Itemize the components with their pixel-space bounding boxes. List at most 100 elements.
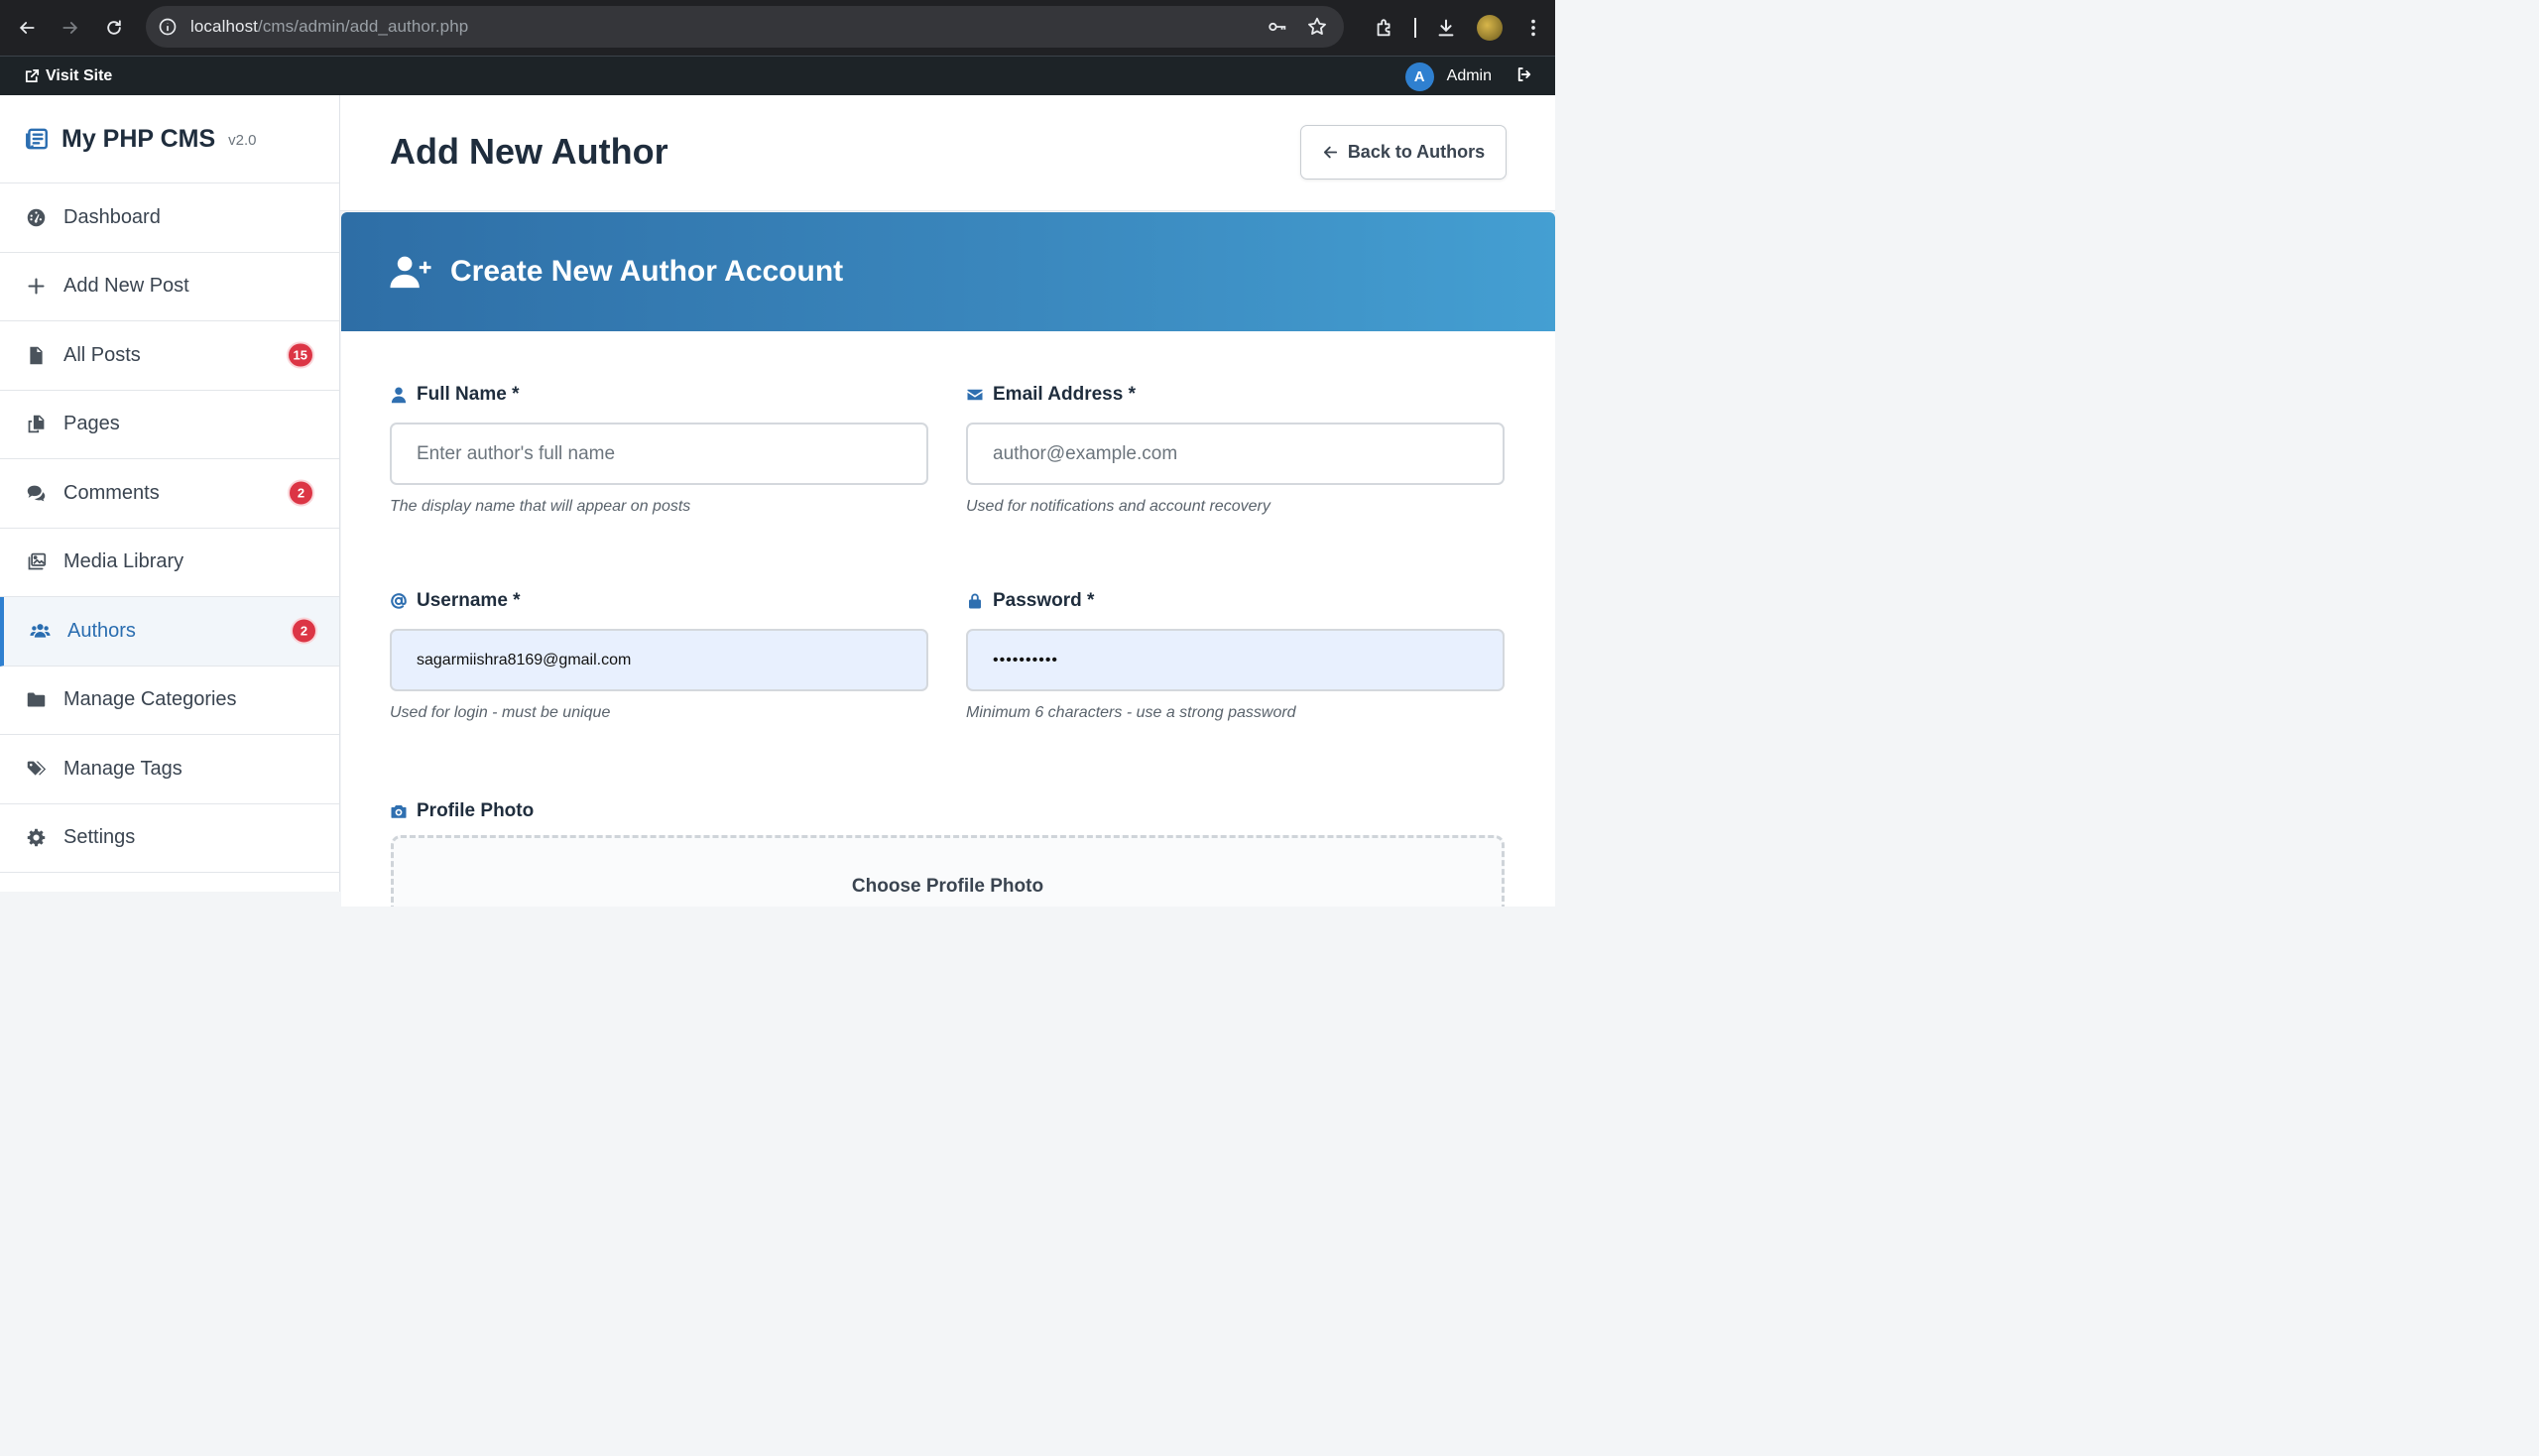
username-label: Username *	[390, 589, 928, 613]
envelope-icon	[967, 389, 983, 401]
sidebar-item-all-posts[interactable]: All Posts 15	[0, 321, 339, 391]
username-field: Username * sagarmiishra8169@gmail.com Us…	[390, 589, 928, 722]
label-text: Profile Photo	[417, 800, 535, 821]
main-content: Add New Author Back to Authors Create Ne…	[340, 95, 1555, 907]
plus-icon	[26, 276, 47, 297]
sidebar-item-comments[interactable]: Comments 2	[0, 459, 339, 529]
full-name-input[interactable]: Enter author's full name	[390, 423, 928, 485]
file-icon	[26, 345, 47, 366]
sidebar-item-settings[interactable]: Settings	[0, 804, 339, 873]
sidebar-item-manage-tags[interactable]: Manage Tags	[0, 735, 339, 804]
back-arrow-icon[interactable]	[5, 6, 49, 50]
password-field: Password * •••••••••• Minimum 6 characte…	[966, 589, 1505, 722]
back-to-authors-button[interactable]: Back to Authors	[1300, 125, 1507, 180]
email-placeholder: author@example.com	[993, 442, 1178, 464]
full-name-label: Full Name *	[390, 383, 928, 407]
arrow-left-icon	[1323, 146, 1337, 159]
sidebar-item-label: Manage Tags	[63, 757, 182, 780]
password-value: ••••••••••	[993, 651, 1059, 668]
dropzone-text: Choose Profile Photo	[851, 876, 1044, 897]
sidebar-item-label: Settings	[63, 826, 136, 849]
brand[interactable]: My PHP CMS v2.0	[0, 95, 339, 183]
copy-icon	[26, 414, 47, 434]
admin-top-bar: Visit Site A Admin	[0, 56, 1555, 95]
sidebar-item-label: All Posts	[63, 343, 141, 366]
count-badge: 2	[291, 617, 317, 645]
password-input[interactable]: ••••••••••	[966, 629, 1505, 691]
page-header: Add New Author Back to Authors	[340, 95, 1555, 211]
sidebar-item-authors[interactable]: Authors 2	[0, 597, 339, 667]
full-name-field: Full Name * Enter author's full name The…	[390, 383, 928, 516]
card-title: Create New Author Account	[450, 255, 844, 288]
full-name-help: The display name that will appear on pos…	[390, 498, 691, 515]
profile-photo-dropzone[interactable]: Choose Profile Photo	[391, 835, 1505, 907]
username-input[interactable]: sagarmiishra8169@gmail.com	[390, 629, 928, 691]
user-plus-icon	[390, 256, 431, 289]
sidebar-item-media-library[interactable]: Media Library	[0, 529, 339, 597]
extensions-icon[interactable]	[1363, 6, 1406, 50]
username-value: sagarmiishra8169@gmail.com	[417, 651, 632, 668]
star-icon[interactable]	[1306, 16, 1328, 38]
sidebar-item-label: Authors	[67, 619, 136, 642]
user-icon	[391, 387, 407, 404]
brand-name: My PHP CMS	[61, 124, 216, 153]
site-info-icon[interactable]	[158, 17, 178, 37]
sidebar-item-label: Pages	[63, 413, 120, 435]
count-badge: 2	[288, 479, 314, 507]
tags-icon	[26, 759, 47, 780]
user-name[interactable]: Admin	[1447, 67, 1492, 85]
camera-icon	[391, 805, 407, 818]
back-button-label: Back to Authors	[1347, 142, 1486, 162]
card-header: Create New Author Account	[341, 212, 1555, 331]
dashboard-icon	[26, 207, 47, 228]
password-label: Password *	[966, 589, 1505, 613]
reload-icon[interactable]	[92, 6, 136, 50]
label-text: Full Name *	[417, 384, 520, 405]
profile-photo-label: Profile Photo	[390, 799, 534, 823]
comments-icon	[26, 483, 47, 504]
avatar[interactable]: A	[1404, 61, 1434, 91]
lock-icon	[969, 593, 981, 609]
kebab-menu-icon[interactable]	[1511, 6, 1555, 50]
address-bar[interactable]: localhost/cms/admin/add_author.php	[146, 6, 1344, 48]
sidebar-item-dashboard[interactable]: Dashboard	[0, 183, 339, 253]
sidebar-item-label: Dashboard	[63, 205, 161, 228]
sidebar-item-label: Media Library	[63, 550, 184, 573]
browser-toolbar: localhost/cms/admin/add_author.php	[0, 0, 1555, 56]
sidebar-item-label: Manage Categories	[63, 688, 237, 711]
count-badge: 15	[286, 341, 314, 369]
sidebar-item-manage-categories[interactable]: Manage Categories	[0, 667, 339, 735]
logout-icon[interactable]	[1515, 65, 1533, 88]
label-text: Email Address *	[993, 384, 1136, 405]
sidebar-item-label: Add New Post	[63, 275, 189, 298]
visit-site-label: Visit Site	[46, 66, 113, 84]
forward-arrow-icon[interactable]	[49, 6, 92, 50]
email-input[interactable]: author@example.com	[966, 423, 1505, 485]
author-form-card: Create New Author Account Full Name * En…	[341, 212, 1555, 907]
toolbar-divider	[1414, 18, 1416, 38]
folder-icon	[26, 689, 47, 710]
brand-version: v2.0	[228, 131, 257, 149]
sidebar-item-pages[interactable]: Pages	[0, 391, 339, 459]
full-name-placeholder: Enter author's full name	[417, 442, 616, 464]
label-text: Password *	[993, 590, 1095, 611]
sidebar-item-add-new-post[interactable]: Add New Post	[0, 253, 339, 321]
key-icon[interactable]	[1267, 16, 1288, 38]
sidebar-item-label: Comments	[63, 481, 160, 504]
newspaper-icon	[26, 128, 48, 150]
external-link-icon	[25, 68, 40, 83]
username-help: Used for login - must be unique	[390, 704, 611, 721]
gear-icon	[26, 827, 47, 848]
email-field: Email Address * author@example.com Used …	[966, 383, 1505, 516]
url-text: localhost/cms/admin/add_author.php	[190, 17, 469, 36]
label-text: Username *	[417, 590, 521, 611]
at-sign-icon	[391, 593, 407, 609]
download-icon[interactable]	[1424, 6, 1468, 50]
email-label: Email Address *	[966, 383, 1505, 407]
profile-icon[interactable]	[1468, 6, 1511, 50]
email-help: Used for notifications and account recov…	[966, 498, 1270, 515]
password-help: Minimum 6 characters - use a strong pass…	[966, 704, 1296, 721]
users-icon	[30, 621, 51, 642]
visit-site-link[interactable]: Visit Site	[24, 67, 112, 85]
page-title: Add New Author	[390, 131, 668, 172]
